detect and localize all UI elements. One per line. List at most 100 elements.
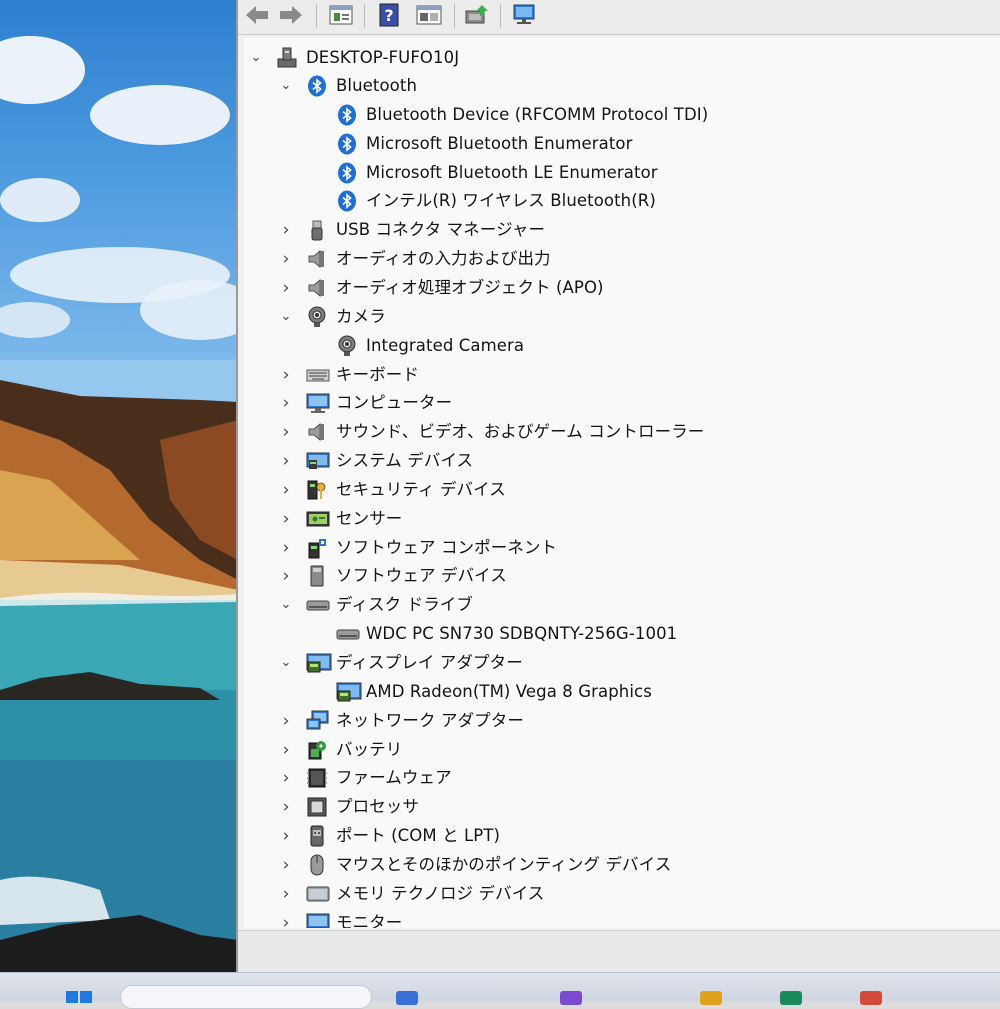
tree-category[interactable]: ›コンピューター bbox=[244, 389, 1000, 417]
bluetooth-icon bbox=[336, 190, 358, 212]
camera-icon bbox=[336, 335, 358, 357]
monitor-scan-icon[interactable] bbox=[510, 2, 540, 28]
back-icon[interactable] bbox=[242, 2, 272, 28]
taskbar bbox=[0, 972, 1000, 1001]
tree-category[interactable]: ⌄Bluetooth bbox=[244, 72, 1000, 100]
tree-category[interactable]: ⌄ ディスプレイ アダプター bbox=[244, 649, 1000, 677]
help-icon[interactable]: ? bbox=[374, 2, 404, 28]
chevron-down-icon[interactable]: ⌄ bbox=[278, 653, 294, 673]
tree-device[interactable]: Microsoft Bluetooth Enumerator bbox=[244, 130, 1000, 158]
chevron-down-icon[interactable]: ⌄ bbox=[278, 76, 294, 96]
taskbar-app-icon[interactable] bbox=[780, 991, 802, 1005]
bluetooth-icon bbox=[306, 75, 328, 97]
tree-device[interactable]: インテル(R) ワイヤレス Bluetooth(R) bbox=[244, 187, 1000, 215]
tree-category[interactable]: › オーディオの入力および出力 bbox=[244, 245, 1000, 273]
svg-text:?: ? bbox=[384, 6, 393, 25]
toolbar-separator bbox=[364, 4, 365, 28]
tree-item-label: ネットワーク アダプター bbox=[336, 710, 524, 732]
speaker-icon bbox=[306, 421, 328, 443]
tree-item-label: システム デバイス bbox=[336, 450, 473, 472]
chevron-right-icon[interactable]: › bbox=[278, 855, 294, 875]
chevron-right-icon[interactable]: › bbox=[278, 740, 294, 760]
tree-device[interactable]: Microsoft Bluetooth LE Enumerator bbox=[244, 159, 1000, 187]
tree-device[interactable]: Integrated Camera bbox=[244, 332, 1000, 360]
tree-category[interactable]: › システム デバイス bbox=[244, 447, 1000, 475]
computer-icon bbox=[306, 392, 328, 414]
taskbar-search-box[interactable] bbox=[120, 985, 372, 1009]
chevron-right-icon[interactable]: › bbox=[278, 365, 294, 385]
toolbar-separator bbox=[316, 4, 317, 28]
chevron-down-icon[interactable]: ⌄ bbox=[278, 307, 294, 327]
bluetooth-icon bbox=[336, 133, 358, 155]
chevron-right-icon[interactable]: › bbox=[278, 480, 294, 500]
taskbar-app-icon[interactable] bbox=[560, 991, 582, 1005]
properties-icon[interactable] bbox=[326, 2, 356, 28]
chevron-right-icon[interactable]: › bbox=[278, 884, 294, 904]
tree-device[interactable]: WDC PC SN730 SDBQNTY-256G-1001 bbox=[244, 620, 1000, 648]
wallpaper-landscape bbox=[0, 0, 238, 972]
taskbar-app-icon[interactable] bbox=[396, 991, 418, 1005]
chevron-right-icon[interactable]: › bbox=[278, 826, 294, 846]
battery-icon bbox=[306, 739, 328, 761]
chevron-right-icon[interactable]: › bbox=[278, 393, 294, 413]
tree-category[interactable]: › ネットワーク アダプター bbox=[244, 707, 1000, 735]
chevron-right-icon[interactable]: › bbox=[278, 422, 294, 442]
tree-item-label: Bluetooth Device (RFCOMM Protocol TDI) bbox=[366, 104, 708, 126]
disk-drive-icon bbox=[306, 594, 328, 616]
system-device-icon bbox=[306, 450, 328, 472]
chevron-down-icon[interactable]: ⌄ bbox=[248, 48, 264, 68]
network-adapter-icon bbox=[306, 710, 328, 732]
taskbar-app-icon[interactable] bbox=[700, 991, 722, 1005]
show-hidden-icon[interactable] bbox=[414, 2, 444, 28]
update-driver-icon[interactable] bbox=[462, 2, 492, 28]
tree-device[interactable]: AMD Radeon(TM) Vega 8 Graphics bbox=[244, 678, 1000, 706]
chevron-right-icon[interactable]: › bbox=[278, 220, 294, 240]
tree-category[interactable]: ›サウンド、ビデオ、およびゲーム コントローラー bbox=[244, 418, 1000, 446]
tree-category[interactable]: › ソフトウェア デバイス bbox=[244, 562, 1000, 590]
software-component-icon bbox=[306, 537, 328, 559]
speaker-icon bbox=[306, 248, 328, 270]
tree-category[interactable]: ›セキュリティ デバイス bbox=[244, 476, 1000, 504]
chevron-right-icon[interactable]: › bbox=[278, 509, 294, 529]
chevron-right-icon[interactable]: › bbox=[278, 797, 294, 817]
tree-category[interactable]: ›センサー bbox=[244, 505, 1000, 533]
tree-item-label: オーディオの入力および出力 bbox=[336, 248, 551, 270]
taskbar-app-icon[interactable] bbox=[860, 991, 882, 1005]
windows-start-icon[interactable] bbox=[62, 989, 98, 1005]
chevron-right-icon[interactable]: › bbox=[278, 768, 294, 788]
toolbar: ? bbox=[238, 0, 1000, 35]
tree-item-label: Integrated Camera bbox=[366, 335, 524, 357]
tree-item-label: メモリ テクノロジ デバイス bbox=[336, 883, 544, 905]
chevron-right-icon[interactable]: › bbox=[278, 711, 294, 731]
tree-category[interactable]: › メモリ テクノロジ デバイス bbox=[244, 880, 1000, 908]
firmware-icon bbox=[306, 767, 328, 789]
tree-category[interactable]: ›キーボード bbox=[244, 361, 1000, 389]
tree-category[interactable]: ›モニター bbox=[244, 909, 1000, 928]
chevron-down-icon[interactable]: ⌄ bbox=[278, 595, 294, 615]
tree-item-label: インテル(R) ワイヤレス Bluetooth(R) bbox=[366, 190, 656, 212]
tree-category[interactable]: ›ソフトウェア コンポーネント bbox=[244, 534, 1000, 562]
chevron-right-icon[interactable]: › bbox=[278, 566, 294, 586]
tree-category[interactable]: ⌄ ディスク ドライブ bbox=[244, 591, 1000, 619]
tree-item-label: Microsoft Bluetooth LE Enumerator bbox=[366, 162, 658, 184]
tree-category[interactable]: ›ファームウェア bbox=[244, 764, 1000, 792]
tree-item-label: ソフトウェア デバイス bbox=[336, 565, 507, 587]
chevron-right-icon[interactable]: › bbox=[278, 451, 294, 471]
tree-category[interactable]: ›バッテリ bbox=[244, 736, 1000, 764]
tree-category[interactable]: ›マウスとそのほかのポインティング デバイス bbox=[244, 851, 1000, 879]
forward-icon[interactable] bbox=[276, 2, 306, 28]
tree-category[interactable]: ›USB コネクタ マネージャー bbox=[244, 216, 1000, 244]
tree-root[interactable]: ⌄ DESKTOP-FUFO10J bbox=[244, 44, 1000, 72]
tree-category[interactable]: ›プロセッサ bbox=[244, 793, 1000, 821]
tree-item-label: ディスク ドライブ bbox=[336, 594, 473, 616]
tree-item-label: ディスプレイ アダプター bbox=[336, 652, 523, 674]
chevron-right-icon[interactable]: › bbox=[278, 538, 294, 558]
tree-device[interactable]: Bluetooth Device (RFCOMM Protocol TDI) bbox=[244, 101, 1000, 129]
mouse-icon bbox=[306, 854, 328, 876]
chevron-right-icon[interactable]: › bbox=[278, 278, 294, 298]
chevron-right-icon[interactable]: › bbox=[278, 249, 294, 269]
tree-category[interactable]: ⌄カメラ bbox=[244, 303, 1000, 331]
chevron-right-icon[interactable]: › bbox=[278, 913, 294, 928]
tree-category[interactable]: ›ポート (COM と LPT) bbox=[244, 822, 1000, 850]
tree-category[interactable]: ›オーディオ処理オブジェクト (APO) bbox=[244, 274, 1000, 302]
